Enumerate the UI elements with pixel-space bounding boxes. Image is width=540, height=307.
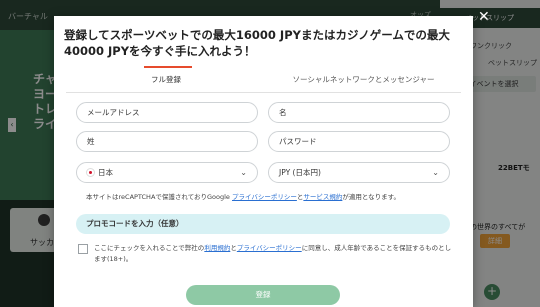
consent-text: ここにチェックを入れることで弊社の利用規約とプライバシーポリシーに同意し、成人年…	[94, 243, 452, 265]
japan-flag-icon	[86, 168, 95, 177]
modal-title: 登録してスポーツベットでの最大16000 JPYまたはカジノゲームでの最大400…	[64, 28, 450, 58]
first-name-field[interactable]: 名	[268, 102, 450, 123]
currency-select[interactable]: JPY (日本円) ⌄	[268, 162, 450, 183]
tab-label: ソーシャルネットワークとメッセンジャー	[292, 75, 435, 84]
email-placeholder: メールアドレス	[87, 108, 140, 117]
registration-modal: 登録してスポーツベットでの最大16000 JPYまたはカジノゲームでの最大400…	[54, 16, 473, 307]
privacy-policy-link[interactable]: プライバシーポリシー	[237, 244, 302, 252]
consent-text-part: ここにチェックを入れることで弊社の	[94, 244, 205, 252]
tab-label: フル登録	[151, 75, 181, 84]
google-terms-link[interactable]: サービス規約	[303, 193, 342, 201]
google-privacy-link[interactable]: プライバシーポリシー	[232, 193, 297, 201]
registration-tabs: フル登録 ソーシャルネットワークとメッセンジャー	[66, 66, 461, 93]
terms-of-use-link[interactable]: 利用規約	[204, 244, 230, 252]
close-icon[interactable]: ✕	[478, 10, 490, 24]
tab-full-registration[interactable]: フル登録	[66, 66, 266, 93]
recaptcha-text: 本サイトはreCAPTCHAで保護されておりGoogle	[86, 193, 232, 201]
password-field[interactable]: パスワード	[268, 131, 450, 152]
active-tab-indicator	[144, 66, 192, 68]
tab-social-registration[interactable]: ソーシャルネットワークとメッセンジャー	[266, 67, 461, 93]
recaptcha-notice: 本サイトはreCAPTCHAで保護されておりGoogle プライバシーポリシーと…	[86, 193, 400, 202]
chevron-down-icon: ⌄	[240, 168, 247, 177]
password-placeholder: パスワード	[279, 137, 317, 146]
country-value: 日本	[98, 168, 113, 177]
email-field[interactable]: メールアドレス	[76, 102, 258, 123]
chevron-down-icon: ⌄	[432, 168, 439, 177]
recaptcha-text: が適用となります。	[342, 193, 401, 201]
register-button[interactable]: 登録	[186, 285, 340, 305]
currency-value: JPY (日本円)	[279, 168, 321, 177]
first-name-placeholder: 名	[279, 108, 287, 117]
promo-code-toggle[interactable]: プロモコードを入力（任意）	[76, 214, 450, 234]
country-select[interactable]: 日本 ⌄	[76, 162, 258, 183]
last-name-field[interactable]: 姓	[76, 131, 258, 152]
consent-checkbox[interactable]	[78, 244, 88, 254]
last-name-placeholder: 姓	[87, 137, 95, 146]
